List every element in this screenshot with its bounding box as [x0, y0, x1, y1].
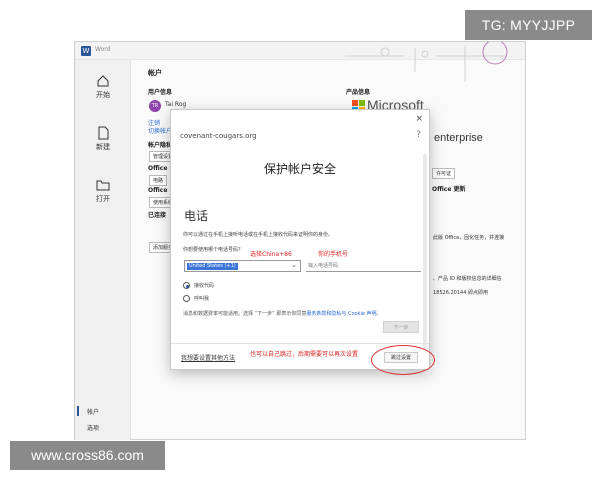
nav-open[interactable]: 打开 — [75, 178, 131, 204]
annotation-circle — [371, 345, 435, 375]
section-title: 电话 — [184, 209, 209, 223]
terms-notice-text: 消息和数据费率可能适用。选择 “下一步” 即表示你同意 — [183, 311, 307, 317]
radio-call-me-label: 呼叫我 — [194, 296, 210, 302]
footer-divider — [171, 343, 429, 344]
product-info-heading: 产品信息 — [346, 89, 371, 96]
radio-call-me[interactable]: 呼叫我 — [183, 295, 209, 302]
phone-question: 你想要使用哪个电话号码？ — [183, 247, 244, 253]
annotation-choose-china: 选择China+86 — [250, 251, 292, 258]
office-update-heading: Office 更新 — [432, 186, 466, 193]
terms-link[interactable]: 服务条款和隐私与 Cookie 声明 — [306, 311, 376, 317]
license-button[interactable]: 许可证 — [432, 168, 456, 179]
radio-unselected-icon — [183, 295, 190, 302]
product-text-2: 、产品 ID 和版权信息的详细信 — [433, 276, 502, 282]
account-privacy-heading: 帐户隐私 — [148, 142, 173, 149]
home-icon — [97, 75, 109, 87]
phone-number-input[interactable] — [306, 260, 421, 272]
switch-account-link[interactable]: 切换帐户 — [148, 126, 172, 135]
chevron-down-icon: ⌄ — [291, 261, 297, 269]
help-icon[interactable]: ? — [416, 130, 421, 140]
office-background-select[interactable]: 电路 — [149, 175, 168, 186]
product-edition: enterprise — [434, 132, 483, 144]
nav-new[interactable]: 新建 — [75, 126, 131, 152]
connected-services-heading: 已连接 — [148, 212, 167, 219]
terms-notice-end: 。 — [376, 311, 382, 317]
other-method-link[interactable]: 我想要设置其他方法 — [181, 353, 235, 362]
nav-home[interactable]: 开始 — [75, 74, 131, 100]
avatar: TR — [149, 100, 161, 112]
dialog-scrollbar[interactable] — [423, 154, 427, 349]
watermark-bottom: www.cross86.com — [10, 441, 165, 470]
watermark-top: TG: MYYJJPP — [465, 10, 592, 40]
nav-new-label: 新建 — [96, 143, 110, 151]
active-indicator — [77, 406, 79, 416]
title-bar: W Word — [75, 42, 525, 82]
country-code-select[interactable]: United States (+1) ⌄ — [184, 260, 301, 272]
section-description: 你可以通过在手机上接听电话或在手机上接收代码来证明你的身份。 — [183, 232, 334, 238]
app-title: Word — [95, 46, 111, 53]
office-background-heading: Office — [148, 165, 168, 172]
dialog-heading: 保护帐户安全 — [263, 162, 336, 176]
country-code-value: United States (+1) — [187, 263, 238, 270]
office-theme-heading: Office — [148, 187, 168, 194]
terms-notice: 消息和数据费率可能适用。选择 “下一步” 即表示你同意服务条款和隐私与 Cook… — [183, 310, 382, 317]
close-icon[interactable]: × — [415, 114, 423, 124]
product-text-3: 18526.20144 即点即用 — [433, 290, 488, 296]
word-app-icon: W — [81, 46, 91, 56]
annotation-skip-note: 也可以自己跳过，后期需要可以再次设置 — [250, 351, 359, 358]
next-button[interactable]: 下一步 — [383, 321, 419, 333]
radio-receive-code[interactable]: 接收代码 — [183, 282, 214, 289]
organization-domain: covenant-cougars.org — [180, 132, 257, 140]
nav-options[interactable]: 选项 — [87, 423, 99, 432]
protect-account-dialog: × covenant-cougars.org ? 保护帐户安全 电话 你可以通过… — [170, 109, 430, 370]
annotation-your-phone: 你的手机号 — [318, 251, 349, 258]
user-info-heading: 用户信息 — [148, 89, 173, 96]
folder-icon — [96, 180, 110, 191]
user-name: Tai Rog — [165, 101, 187, 108]
product-text-1: 此版 Office，固化任务，并连接 — [433, 235, 505, 241]
page-title: 帐户 — [148, 69, 162, 77]
radio-receive-code-label: 接收代码 — [194, 283, 215, 289]
nav-account[interactable]: 帐户 — [87, 407, 99, 416]
new-document-icon — [98, 126, 109, 140]
nav-home-label: 开始 — [96, 91, 110, 99]
backstage-sidebar: 开始 新建 打开 帐户 选项 — [75, 60, 131, 440]
nav-open-label: 打开 — [96, 195, 110, 203]
radio-selected-icon — [183, 282, 190, 289]
